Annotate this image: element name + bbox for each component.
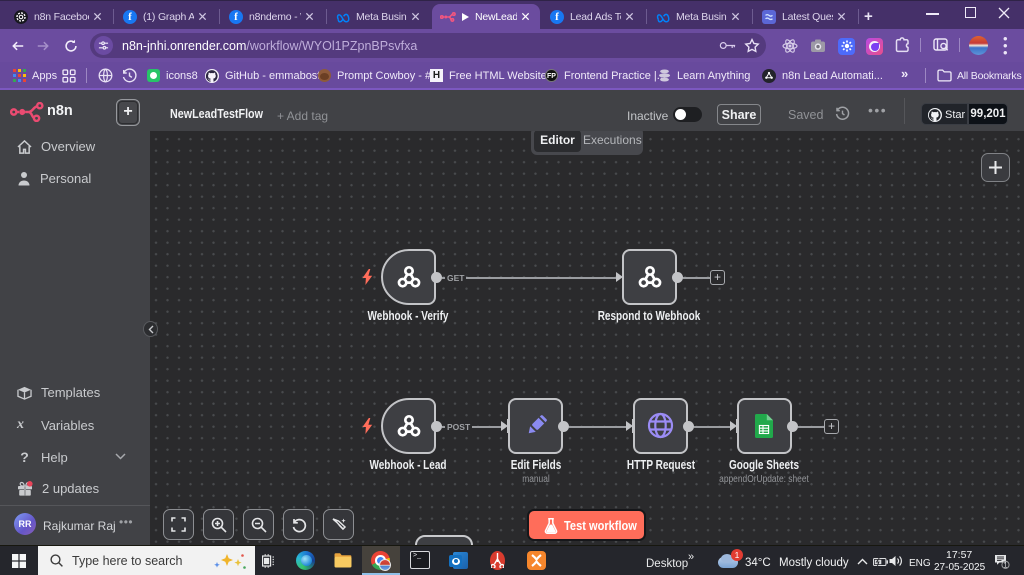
svg-text:1: 1 xyxy=(1004,562,1008,569)
